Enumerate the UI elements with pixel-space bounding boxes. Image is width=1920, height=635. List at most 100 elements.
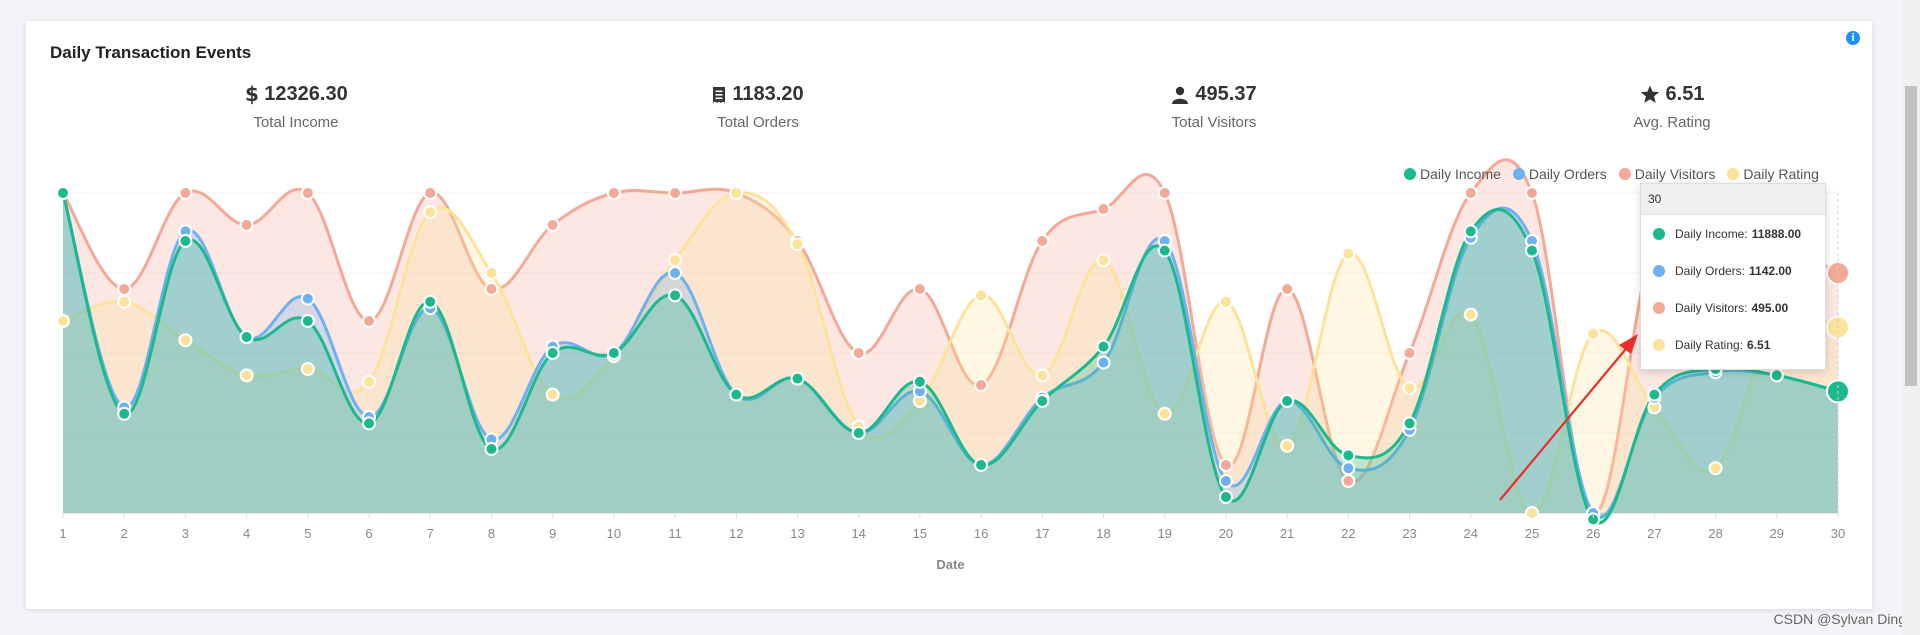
data-point[interactable] — [1647, 387, 1662, 402]
data-point[interactable] — [545, 218, 560, 232]
x-tick-label: 6 — [365, 526, 372, 541]
area-chart[interactable]: 1 2 3 4 5 6 7 8 9 10 11 12 13 14 15 16 17 18 19 20 21 22 23 24 2… — [0, 0, 1900, 635]
data-point[interactable] — [606, 186, 621, 200]
data-point[interactable] — [1463, 186, 1478, 200]
data-point[interactable] — [1218, 458, 1233, 472]
data-point[interactable] — [606, 346, 621, 360]
x-tick-label: 13 — [790, 526, 804, 541]
data-point[interactable] — [56, 314, 70, 328]
tooltip-dot — [1653, 227, 1665, 240]
data-point[interactable] — [1708, 461, 1723, 476]
data-point[interactable] — [362, 416, 377, 431]
data-point[interactable] — [1280, 282, 1295, 296]
data-point[interactable] — [790, 237, 805, 252]
data-point[interactable] — [1524, 243, 1539, 258]
data-point[interactable] — [851, 346, 866, 360]
data-point[interactable] — [178, 186, 193, 200]
data-point[interactable] — [117, 294, 132, 309]
data-point[interactable] — [239, 218, 254, 232]
x-tick-label: 17 — [1035, 526, 1049, 541]
data-point[interactable] — [1157, 243, 1172, 258]
data-point[interactable] — [1035, 394, 1050, 408]
data-point[interactable] — [1218, 474, 1233, 488]
data-point[interactable] — [1096, 355, 1111, 370]
data-point[interactable] — [545, 387, 560, 402]
data-point[interactable] — [423, 186, 438, 200]
legend-item-daily-visitors[interactable]: Daily Visitors — [1618, 166, 1715, 182]
data-point[interactable] — [668, 266, 683, 280]
data-point[interactable] — [729, 387, 744, 402]
data-point[interactable] — [912, 282, 927, 296]
data-point[interactable] — [790, 371, 805, 386]
legend-label: Daily Income — [1420, 166, 1501, 182]
data-point[interactable] — [362, 374, 377, 389]
data-point[interactable] — [1341, 448, 1356, 463]
data-point[interactable] — [1035, 234, 1050, 248]
data-point[interactable] — [1280, 394, 1295, 408]
data-point[interactable] — [1157, 406, 1172, 421]
x-tick-label: 18 — [1096, 526, 1110, 541]
data-point[interactable] — [300, 291, 315, 306]
data-point[interactable] — [1157, 186, 1172, 200]
data-point[interactable] — [912, 374, 927, 389]
data-point[interactable] — [178, 234, 193, 248]
tooltip-header: 30 — [1641, 184, 1825, 215]
data-point[interactable] — [974, 458, 989, 472]
legend-item-daily-rating[interactable]: Daily Rating — [1727, 166, 1819, 182]
data-point[interactable] — [1096, 339, 1111, 354]
data-point[interactable] — [178, 333, 193, 348]
x-tick-label: 21 — [1280, 526, 1294, 541]
data-point[interactable] — [56, 186, 70, 200]
data-point[interactable] — [668, 253, 683, 268]
data-point[interactable] — [239, 368, 254, 383]
data-point[interactable] — [1096, 253, 1111, 268]
data-point[interactable] — [1769, 368, 1784, 383]
data-point[interactable] — [1586, 326, 1601, 341]
legend-item-daily-orders[interactable]: Daily Orders — [1512, 166, 1607, 182]
legend-label: Daily Orders — [1528, 166, 1607, 182]
x-tick-label: 5 — [304, 526, 311, 541]
data-point[interactable] — [668, 186, 683, 200]
legend-item-daily-income[interactable]: Daily Income — [1404, 166, 1501, 182]
data-point[interactable] — [974, 288, 989, 303]
data-point[interactable] — [300, 314, 315, 328]
data-point[interactable] — [1218, 490, 1233, 504]
x-tick-label: 16 — [974, 526, 988, 541]
data-point[interactable] — [484, 442, 499, 456]
data-point[interactable] — [729, 186, 744, 200]
tooltip-value: 1142.00 — [1749, 263, 1792, 278]
data-point[interactable] — [1463, 224, 1478, 239]
data-point[interactable] — [1524, 186, 1539, 200]
data-point[interactable] — [484, 282, 499, 296]
scrollbar-thumb[interactable] — [1905, 86, 1917, 386]
x-tick-label: 9 — [549, 526, 556, 541]
legend-dot — [1512, 168, 1525, 180]
tooltip-value: 11888.00 — [1751, 226, 1802, 241]
data-point[interactable] — [1280, 438, 1295, 453]
data-point[interactable] — [1402, 346, 1417, 360]
data-point[interactable] — [1218, 294, 1233, 309]
data-point[interactable] — [1035, 368, 1050, 383]
data-point[interactable] — [362, 314, 377, 328]
data-point[interactable] — [1463, 307, 1478, 322]
data-point[interactable] — [545, 346, 560, 360]
data-point[interactable] — [1096, 202, 1111, 216]
data-point[interactable] — [1402, 416, 1417, 431]
data-point[interactable] — [1341, 246, 1356, 261]
data-point[interactable] — [423, 294, 438, 309]
data-point[interactable] — [974, 378, 989, 392]
data-point[interactable] — [117, 282, 132, 296]
data-point[interactable] — [1402, 381, 1417, 396]
data-point[interactable] — [1341, 461, 1356, 476]
data-point[interactable] — [423, 205, 438, 220]
x-tick-label: 11 — [668, 526, 682, 541]
data-point[interactable] — [300, 186, 315, 200]
data-point[interactable] — [484, 266, 499, 280]
data-point[interactable] — [668, 288, 683, 303]
data-point[interactable] — [117, 406, 132, 421]
data-point[interactable] — [1341, 474, 1356, 488]
data-point[interactable] — [239, 330, 254, 344]
page-scrollbar[interactable] — [1902, 0, 1920, 635]
data-point[interactable] — [300, 362, 315, 376]
data-point[interactable] — [851, 426, 866, 440]
